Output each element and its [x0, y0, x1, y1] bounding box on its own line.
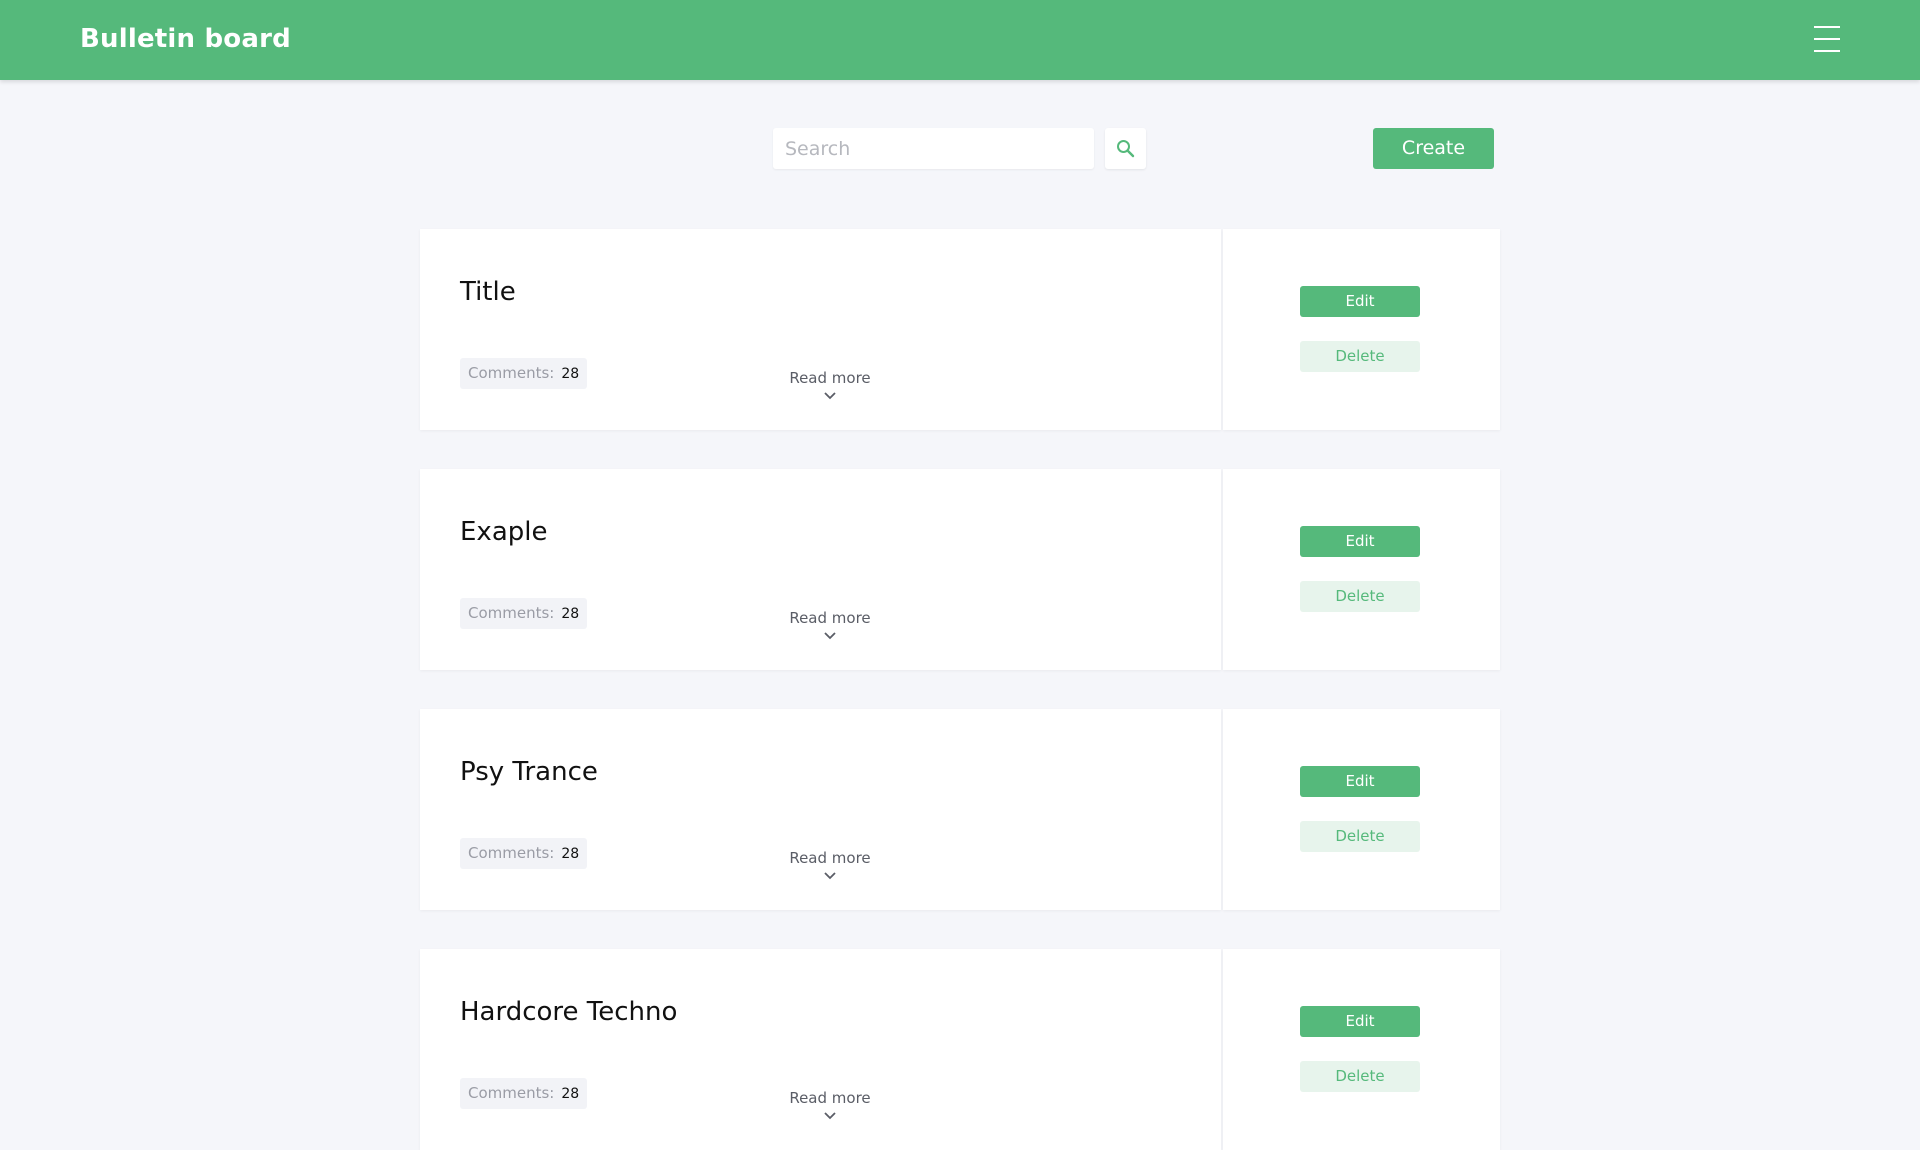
post-actions: Edit Delete	[1223, 229, 1500, 430]
top-bar: Bulletin board	[0, 0, 1920, 80]
comments-count: 28	[561, 366, 580, 382]
hamburger-menu-icon[interactable]	[1814, 26, 1840, 54]
comments-label: Comments:	[468, 844, 555, 862]
post-card: Exaple Comments: 28 Read more Edit Delete	[420, 469, 1500, 670]
delete-button[interactable]: Delete	[1300, 1061, 1420, 1092]
chevron-down-icon	[824, 1112, 836, 1120]
post-content: Title Comments: 28 Read more	[420, 229, 1221, 430]
delete-button[interactable]: Delete	[1300, 581, 1420, 612]
read-more-link[interactable]: Read more	[770, 1089, 890, 1121]
comments-badge: Comments: 28	[460, 838, 588, 869]
comments-label: Comments:	[468, 1084, 555, 1102]
create-button[interactable]: Create	[1373, 128, 1494, 169]
read-more-link[interactable]: Read more	[770, 369, 890, 401]
post-content: Exaple Comments: 28 Read more	[420, 469, 1221, 670]
search-icon	[1117, 140, 1135, 158]
post-actions: Edit Delete	[1223, 469, 1500, 670]
post-title: Exaple	[460, 517, 548, 547]
read-more-link[interactable]: Read more	[770, 609, 890, 641]
comments-badge: Comments: 28	[460, 358, 588, 389]
edit-button[interactable]: Edit	[1300, 286, 1420, 317]
comments-label: Comments:	[468, 364, 555, 382]
delete-button[interactable]: Delete	[1300, 341, 1420, 372]
read-more-label: Read more	[789, 849, 871, 867]
post-card: Title Comments: 28 Read more Edit Delete	[420, 229, 1500, 430]
comments-count: 28	[561, 846, 580, 862]
comments-badge: Comments: 28	[460, 1078, 588, 1109]
delete-button[interactable]: Delete	[1300, 821, 1420, 852]
post-content: Psy Trance Comments: 28 Read more	[420, 709, 1221, 910]
post-actions: Edit Delete	[1223, 709, 1500, 910]
chevron-down-icon	[824, 872, 836, 880]
comments-label: Comments:	[468, 604, 555, 622]
post-card: Hardcore Techno Comments: 28 Read more Ed…	[420, 949, 1500, 1150]
comments-count: 28	[561, 1086, 580, 1102]
edit-button[interactable]: Edit	[1300, 766, 1420, 797]
post-title: Hardcore Techno	[460, 997, 678, 1027]
edit-button[interactable]: Edit	[1300, 526, 1420, 557]
chevron-down-icon	[824, 392, 836, 400]
read-more-link[interactable]: Read more	[770, 849, 890, 881]
comments-count: 28	[561, 606, 580, 622]
post-title: Title	[460, 277, 516, 307]
search-input[interactable]	[773, 128, 1094, 169]
edit-button[interactable]: Edit	[1300, 1006, 1420, 1037]
read-more-label: Read more	[789, 1089, 871, 1107]
comments-badge: Comments: 28	[460, 598, 588, 629]
chevron-down-icon	[824, 632, 836, 640]
post-content: Hardcore Techno Comments: 28 Read more	[420, 949, 1221, 1150]
post-actions: Edit Delete	[1223, 949, 1500, 1150]
read-more-label: Read more	[789, 369, 871, 387]
post-title: Psy Trance	[460, 757, 598, 787]
brand-title[interactable]: Bulletin board	[80, 24, 291, 54]
post-card: Psy Trance Comments: 28 Read more Edit De…	[420, 709, 1500, 910]
search-button[interactable]	[1105, 128, 1146, 169]
read-more-label: Read more	[789, 609, 871, 627]
